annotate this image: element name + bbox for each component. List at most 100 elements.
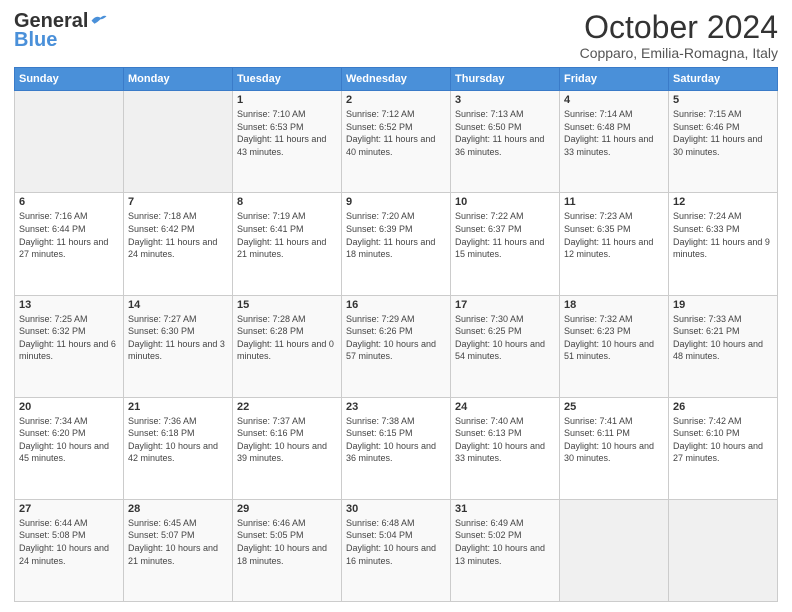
- day-number: 2: [346, 94, 446, 106]
- calendar-cell: 8 Sunrise: 7:19 AM Sunset: 6:41 PM Dayli…: [233, 193, 342, 295]
- calendar-cell: 21 Sunrise: 7:36 AM Sunset: 6:18 PM Dayl…: [124, 397, 233, 499]
- day-number: 21: [128, 401, 228, 413]
- calendar-cell: 29 Sunrise: 6:46 AM Sunset: 5:05 PM Dayl…: [233, 499, 342, 601]
- weekday-header-tuesday: Tuesday: [233, 68, 342, 91]
- header: General Blue October 2024 Copparo, Emili…: [14, 10, 778, 61]
- day-info: Sunrise: 6:49 AM Sunset: 5:02 PM Dayligh…: [455, 517, 555, 567]
- calendar-cell: 14 Sunrise: 7:27 AM Sunset: 6:30 PM Dayl…: [124, 295, 233, 397]
- day-info: Sunrise: 7:30 AM Sunset: 6:25 PM Dayligh…: [455, 313, 555, 363]
- day-number: 10: [455, 196, 555, 208]
- calendar-cell: 17 Sunrise: 7:30 AM Sunset: 6:25 PM Dayl…: [451, 295, 560, 397]
- day-info: Sunrise: 7:28 AM Sunset: 6:28 PM Dayligh…: [237, 313, 337, 363]
- calendar-cell: 22 Sunrise: 7:37 AM Sunset: 6:16 PM Dayl…: [233, 397, 342, 499]
- day-info: Sunrise: 7:36 AM Sunset: 6:18 PM Dayligh…: [128, 415, 228, 465]
- calendar-cell: [15, 91, 124, 193]
- day-number: 26: [673, 401, 773, 413]
- calendar-cell: 1 Sunrise: 7:10 AM Sunset: 6:53 PM Dayli…: [233, 91, 342, 193]
- day-info: Sunrise: 7:19 AM Sunset: 6:41 PM Dayligh…: [237, 210, 337, 260]
- calendar-cell: 15 Sunrise: 7:28 AM Sunset: 6:28 PM Dayl…: [233, 295, 342, 397]
- day-number: 1: [237, 94, 337, 106]
- page-subtitle: Copparo, Emilia-Romagna, Italy: [580, 45, 778, 61]
- day-info: Sunrise: 7:18 AM Sunset: 6:42 PM Dayligh…: [128, 210, 228, 260]
- day-info: Sunrise: 7:22 AM Sunset: 6:37 PM Dayligh…: [455, 210, 555, 260]
- day-info: Sunrise: 7:16 AM Sunset: 6:44 PM Dayligh…: [19, 210, 119, 260]
- calendar-week-2: 6 Sunrise: 7:16 AM Sunset: 6:44 PM Dayli…: [15, 193, 778, 295]
- calendar-cell: 31 Sunrise: 6:49 AM Sunset: 5:02 PM Dayl…: [451, 499, 560, 601]
- logo-blue: Blue: [14, 29, 57, 52]
- weekday-header-saturday: Saturday: [669, 68, 778, 91]
- calendar-cell: 3 Sunrise: 7:13 AM Sunset: 6:50 PM Dayli…: [451, 91, 560, 193]
- weekday-header-thursday: Thursday: [451, 68, 560, 91]
- calendar-cell: 30 Sunrise: 6:48 AM Sunset: 5:04 PM Dayl…: [342, 499, 451, 601]
- day-number: 31: [455, 503, 555, 515]
- day-info: Sunrise: 7:29 AM Sunset: 6:26 PM Dayligh…: [346, 313, 446, 363]
- calendar-cell: 28 Sunrise: 6:45 AM Sunset: 5:07 PM Dayl…: [124, 499, 233, 601]
- weekday-header-sunday: Sunday: [15, 68, 124, 91]
- calendar-cell: 12 Sunrise: 7:24 AM Sunset: 6:33 PM Dayl…: [669, 193, 778, 295]
- day-number: 12: [673, 196, 773, 208]
- calendar-cell: 24 Sunrise: 7:40 AM Sunset: 6:13 PM Dayl…: [451, 397, 560, 499]
- day-info: Sunrise: 6:45 AM Sunset: 5:07 PM Dayligh…: [128, 517, 228, 567]
- day-info: Sunrise: 7:33 AM Sunset: 6:21 PM Dayligh…: [673, 313, 773, 363]
- weekday-header-monday: Monday: [124, 68, 233, 91]
- day-number: 22: [237, 401, 337, 413]
- day-number: 6: [19, 196, 119, 208]
- calendar-cell: 19 Sunrise: 7:33 AM Sunset: 6:21 PM Dayl…: [669, 295, 778, 397]
- calendar-cell: 25 Sunrise: 7:41 AM Sunset: 6:11 PM Dayl…: [560, 397, 669, 499]
- calendar-cell: [124, 91, 233, 193]
- weekday-header-wednesday: Wednesday: [342, 68, 451, 91]
- day-number: 5: [673, 94, 773, 106]
- logo: General Blue: [14, 10, 108, 52]
- day-info: Sunrise: 6:46 AM Sunset: 5:05 PM Dayligh…: [237, 517, 337, 567]
- day-number: 25: [564, 401, 664, 413]
- day-number: 19: [673, 299, 773, 311]
- day-info: Sunrise: 7:37 AM Sunset: 6:16 PM Dayligh…: [237, 415, 337, 465]
- day-number: 17: [455, 299, 555, 311]
- calendar-cell: 16 Sunrise: 7:29 AM Sunset: 6:26 PM Dayl…: [342, 295, 451, 397]
- calendar-cell: 18 Sunrise: 7:32 AM Sunset: 6:23 PM Dayl…: [560, 295, 669, 397]
- day-number: 11: [564, 196, 664, 208]
- day-number: 8: [237, 196, 337, 208]
- day-number: 28: [128, 503, 228, 515]
- day-info: Sunrise: 7:40 AM Sunset: 6:13 PM Dayligh…: [455, 415, 555, 465]
- calendar-cell: 4 Sunrise: 7:14 AM Sunset: 6:48 PM Dayli…: [560, 91, 669, 193]
- calendar-cell: 20 Sunrise: 7:34 AM Sunset: 6:20 PM Dayl…: [15, 397, 124, 499]
- calendar-week-1: 1 Sunrise: 7:10 AM Sunset: 6:53 PM Dayli…: [15, 91, 778, 193]
- day-info: Sunrise: 7:14 AM Sunset: 6:48 PM Dayligh…: [564, 108, 664, 158]
- day-number: 7: [128, 196, 228, 208]
- page-title: October 2024: [580, 10, 778, 45]
- day-info: Sunrise: 7:38 AM Sunset: 6:15 PM Dayligh…: [346, 415, 446, 465]
- calendar-table: SundayMondayTuesdayWednesdayThursdayFrid…: [14, 67, 778, 602]
- logo-bird-icon: [90, 13, 108, 27]
- calendar-header-row: SundayMondayTuesdayWednesdayThursdayFrid…: [15, 68, 778, 91]
- day-number: 9: [346, 196, 446, 208]
- calendar-cell: 7 Sunrise: 7:18 AM Sunset: 6:42 PM Dayli…: [124, 193, 233, 295]
- day-info: Sunrise: 7:25 AM Sunset: 6:32 PM Dayligh…: [19, 313, 119, 363]
- day-info: Sunrise: 7:13 AM Sunset: 6:50 PM Dayligh…: [455, 108, 555, 158]
- calendar-cell: 13 Sunrise: 7:25 AM Sunset: 6:32 PM Dayl…: [15, 295, 124, 397]
- calendar-cell: 2 Sunrise: 7:12 AM Sunset: 6:52 PM Dayli…: [342, 91, 451, 193]
- day-info: Sunrise: 7:27 AM Sunset: 6:30 PM Dayligh…: [128, 313, 228, 363]
- calendar-cell: 5 Sunrise: 7:15 AM Sunset: 6:46 PM Dayli…: [669, 91, 778, 193]
- day-info: Sunrise: 7:23 AM Sunset: 6:35 PM Dayligh…: [564, 210, 664, 260]
- day-info: Sunrise: 7:32 AM Sunset: 6:23 PM Dayligh…: [564, 313, 664, 363]
- calendar-cell: 10 Sunrise: 7:22 AM Sunset: 6:37 PM Dayl…: [451, 193, 560, 295]
- calendar-cell: [560, 499, 669, 601]
- calendar-cell: 9 Sunrise: 7:20 AM Sunset: 6:39 PM Dayli…: [342, 193, 451, 295]
- day-info: Sunrise: 7:34 AM Sunset: 6:20 PM Dayligh…: [19, 415, 119, 465]
- day-info: Sunrise: 6:48 AM Sunset: 5:04 PM Dayligh…: [346, 517, 446, 567]
- day-info: Sunrise: 7:41 AM Sunset: 6:11 PM Dayligh…: [564, 415, 664, 465]
- day-number: 27: [19, 503, 119, 515]
- day-number: 18: [564, 299, 664, 311]
- calendar-cell: 11 Sunrise: 7:23 AM Sunset: 6:35 PM Dayl…: [560, 193, 669, 295]
- day-info: Sunrise: 7:10 AM Sunset: 6:53 PM Dayligh…: [237, 108, 337, 158]
- calendar-week-4: 20 Sunrise: 7:34 AM Sunset: 6:20 PM Dayl…: [15, 397, 778, 499]
- day-info: Sunrise: 6:44 AM Sunset: 5:08 PM Dayligh…: [19, 517, 119, 567]
- day-info: Sunrise: 7:20 AM Sunset: 6:39 PM Dayligh…: [346, 210, 446, 260]
- calendar-week-5: 27 Sunrise: 6:44 AM Sunset: 5:08 PM Dayl…: [15, 499, 778, 601]
- day-info: Sunrise: 7:15 AM Sunset: 6:46 PM Dayligh…: [673, 108, 773, 158]
- title-block: October 2024 Copparo, Emilia-Romagna, It…: [580, 10, 778, 61]
- calendar-cell: 6 Sunrise: 7:16 AM Sunset: 6:44 PM Dayli…: [15, 193, 124, 295]
- day-info: Sunrise: 7:42 AM Sunset: 6:10 PM Dayligh…: [673, 415, 773, 465]
- day-number: 24: [455, 401, 555, 413]
